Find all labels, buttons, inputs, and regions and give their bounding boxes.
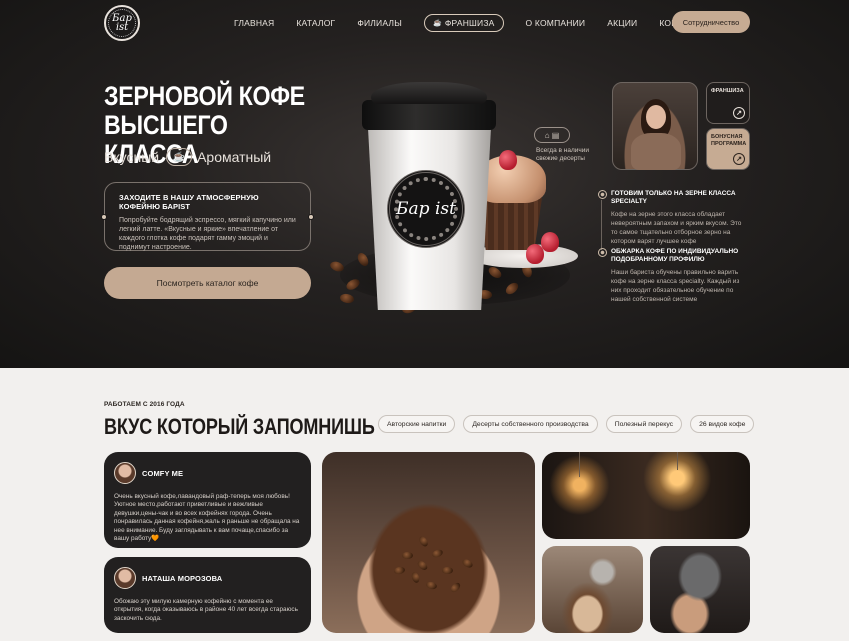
hero-sub-left: Вкусный — [104, 149, 160, 165]
coffee-bean — [449, 581, 462, 594]
review-name: COMFY ME — [142, 468, 184, 478]
raspberry — [499, 150, 517, 170]
lamps-photo — [542, 452, 750, 539]
tag-list: Авторские напитки Десерты собственного п… — [378, 415, 762, 433]
intro-card: ЗАХОДИТЕ В НАШУ АТМОСФЕРНУЮ КОФЕЙНЮ БАРI… — [101, 182, 314, 251]
tag-snack[interactable]: Полезный перекус — [605, 415, 683, 433]
hero-subtitle: Вкусный ☕ Ароматный — [104, 148, 271, 166]
hero-title-line-1: ЗЕРНОВОЙ КОФЕ — [104, 81, 305, 111]
barista-face — [646, 105, 666, 129]
view-catalog-button[interactable]: Посмотреть каталог кофе — [104, 267, 311, 299]
collaboration-button[interactable]: Сотрудничество — [672, 11, 750, 33]
arrow-icon: ↗ — [733, 153, 745, 165]
review-card: НАТАША МОРОЗОВА Обожаю эту милую камерну… — [104, 557, 311, 633]
coffee-beans-photo — [322, 452, 535, 633]
coffee-bean — [417, 534, 430, 549]
nav-catalog[interactable]: КАТАЛОГ — [296, 14, 335, 32]
latte-art-photo — [542, 546, 643, 633]
coffee-bean — [431, 548, 444, 559]
feature-item: ГОТОВИМ ТОЛЬКО НА ЗЕРНЕ КЛАССА SPECIALTY… — [598, 190, 748, 246]
review-author: COMFY ME — [114, 462, 301, 484]
feature-text: Наши бариста обучены правильно варить ко… — [611, 269, 740, 303]
hero-sub-right: Ароматный — [197, 149, 272, 165]
lamp-wire — [579, 452, 580, 477]
feature-title: ОБЖАРКА КОФЕ ПО ИНДИВИДУАЛЬНО ПОДОБРАННО… — [598, 248, 748, 264]
review-text: Очень вкусный кофе,лавандовый раф-теперь… — [114, 493, 300, 543]
coffee-bean — [339, 292, 355, 305]
nav-branches[interactable]: ФИЛИАЛЫ — [357, 14, 402, 32]
review-author: НАТАША МОРОЗОВА — [114, 567, 301, 589]
avatar — [114, 462, 136, 484]
section-title: ВКУС КОТОРЫЙ ЗАПОМНИШЬ — [104, 414, 375, 439]
intro-card-title: ЗАХОДИТЕ В НАШУ АТМОСФЕРНУЮ КОФЕЙНЮ БАРI… — [119, 193, 259, 211]
bonus-card-label: БОНУСНАЯ ПРОГРАММА — [711, 134, 747, 147]
coffee-bean — [425, 580, 438, 591]
since-label: РАБОТАЕМ С 2016 ГОДА — [104, 401, 185, 408]
nav-home[interactable]: ГЛАВНАЯ — [234, 14, 274, 32]
coffee-bean — [442, 567, 453, 574]
cup-lid-top — [371, 82, 487, 104]
raspberry — [526, 244, 544, 264]
barista-body — [631, 133, 681, 170]
cup-lid — [362, 100, 496, 130]
nav-about[interactable]: О КОМПАНИИ — [526, 14, 586, 32]
review-card: COMFY ME Очень вкусный кофе,лавандовый р… — [104, 452, 311, 548]
hero-section: Бар ist ГЛАВНАЯ КАТАЛОГ ФИЛИАЛЫ ФРАНШИЗА… — [0, 0, 849, 368]
tag-coffee-types[interactable]: 26 видов кофе — [690, 415, 755, 433]
feature-title: ГОТОВИМ ТОЛЬКО НА ЗЕРНЕ КЛАССА SPECIALTY — [598, 190, 748, 206]
cup-brand-logo: Бар ist — [387, 170, 465, 248]
coffee-bean — [402, 552, 413, 559]
coffee-bean — [410, 571, 421, 584]
tag-desserts[interactable]: Десерты собственного производства — [463, 415, 598, 433]
main-nav: ГЛАВНАЯ КАТАЛОГ ФИЛИАЛЫ ФРАНШИЗА О КОМПА… — [234, 14, 729, 32]
franchise-card-label: ФРАНШИЗА — [711, 88, 744, 94]
review-name: НАТАША МОРОЗОВА — [142, 573, 223, 583]
bonus-program-card[interactable]: БОНУСНАЯ ПРОГРАММА ↗ — [706, 128, 750, 170]
brand-logo[interactable]: Бар ist — [104, 5, 140, 41]
cupcake-base — [478, 198, 542, 250]
dessert-note: Всегда в наличии свежие десерты — [536, 147, 590, 162]
feature-item: ОБЖАРКА КОФЕ ПО ИНДИВИДУАЛЬНО ПОДОБРАННО… — [598, 248, 748, 304]
avatar — [114, 567, 136, 589]
nav-franchise[interactable]: ФРАНШИЗА — [423, 14, 504, 32]
card-dot-left-icon — [101, 214, 107, 220]
intro-card-text: Попробуйте бодрящий эспрессо, мягкий кап… — [119, 217, 296, 251]
nav-promotions[interactable]: АКЦИИ — [607, 14, 637, 32]
barista-photo — [612, 82, 698, 170]
dessert-icons: ⌂ ▤ — [534, 127, 570, 143]
coffee-bean — [393, 566, 406, 575]
cup-icon: ☕ — [166, 148, 193, 166]
card-dot-right-icon — [308, 214, 314, 220]
feature-text: Кофе на зерне этого класса обладает неве… — [611, 211, 742, 245]
barista-brewing-photo — [650, 546, 750, 633]
coffee-bean — [460, 557, 475, 570]
review-text: Обожаю эту милую камерную кофейню с моме… — [114, 598, 298, 622]
raspberry — [541, 232, 559, 252]
tag-signature-drinks[interactable]: Авторские напитки — [378, 415, 456, 433]
arrow-icon: ↗ — [733, 107, 745, 119]
franchise-card[interactable]: ФРАНШИЗА ↗ — [706, 82, 750, 124]
coffee-bean — [416, 559, 429, 572]
lamp-wire — [677, 452, 678, 470]
